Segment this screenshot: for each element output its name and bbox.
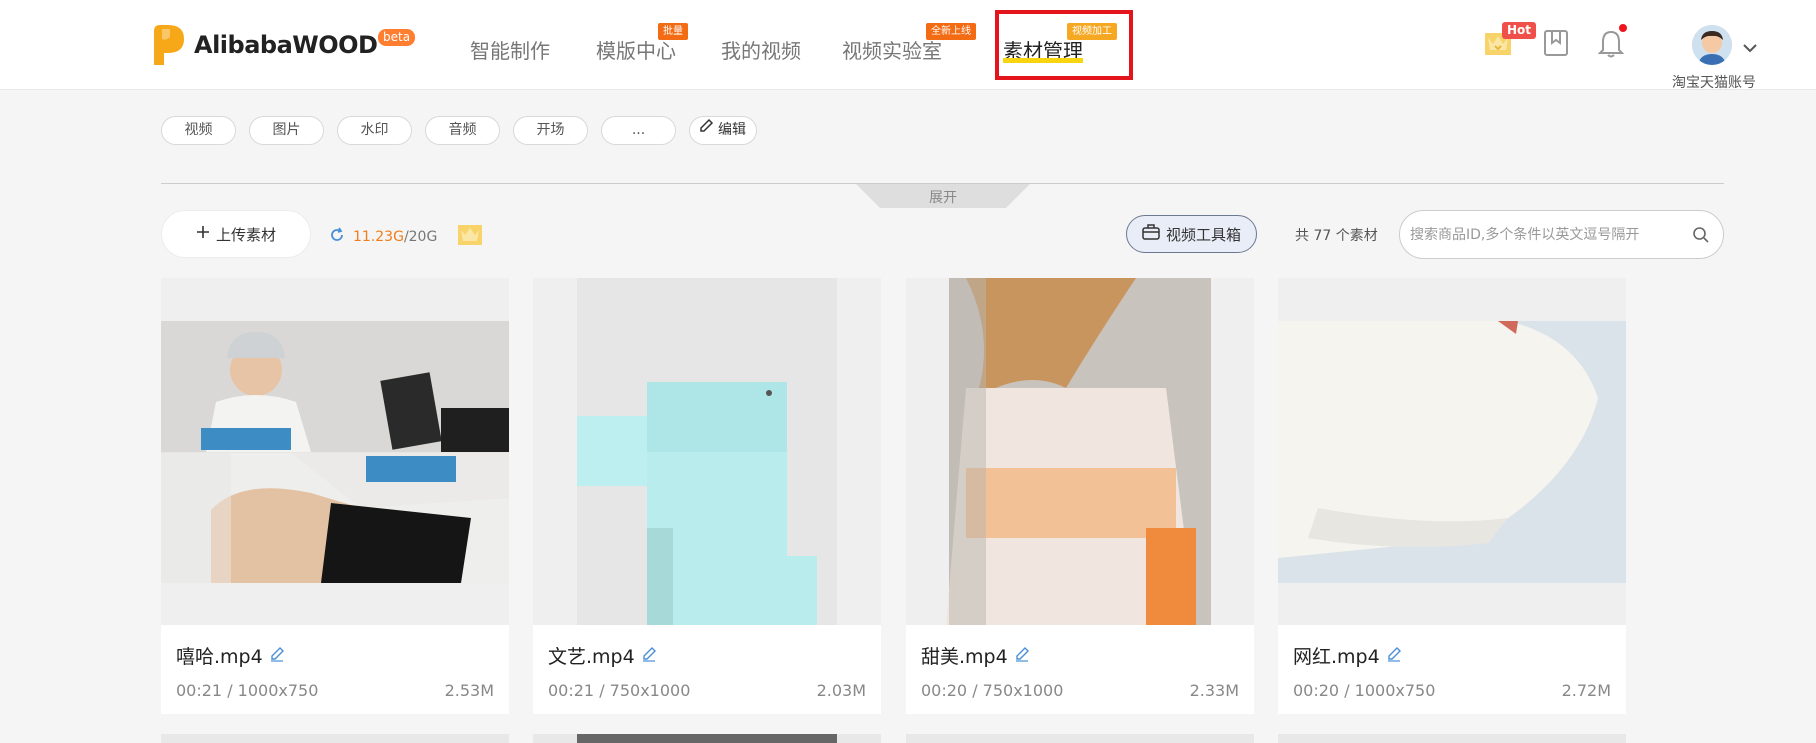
refresh-icon[interactable] <box>329 227 345 247</box>
card-title: 嘻哈.mp4 <box>176 642 285 669</box>
toolbox-icon <box>1142 224 1160 244</box>
hot-badge: Hot <box>1502 22 1537 39</box>
material-card-partial <box>906 734 1254 743</box>
upload-material-button[interactable]: 上传素材 <box>161 210 311 258</box>
nav-badge-new: 全新上线 <box>926 23 976 40</box>
tag-video[interactable]: 视频 <box>161 116 236 145</box>
tag-opening[interactable]: 开场 <box>513 116 588 145</box>
video-thumbnail[interactable] <box>906 278 1254 625</box>
plus-icon <box>196 225 210 243</box>
material-card[interactable]: 甜美.mp4 00:20 / 750x1000 2.33M <box>906 278 1254 714</box>
top-header: AlibabaWOOD beta 智能制作 模版中心 批量 我的视频 视频实验室… <box>0 0 1816 91</box>
material-card-partial <box>1278 734 1626 743</box>
edit-label: 编辑 <box>718 122 746 138</box>
logo-mark-icon <box>148 23 186 67</box>
nav-smart-create[interactable]: 智能制作 <box>470 35 550 64</box>
card-meta: 00:21 / 750x1000 <box>548 681 691 700</box>
storage-usage: 11.23G/20G <box>329 224 483 250</box>
pencil-icon <box>698 117 714 144</box>
video-thumbnail[interactable] <box>1278 278 1626 625</box>
card-meta: 00:20 / 750x1000 <box>921 681 1064 700</box>
card-title: 甜美.mp4 <box>921 642 1030 669</box>
expand-label: 展开 <box>929 190 957 206</box>
card-size: 2.72M <box>1561 681 1611 700</box>
tag-image[interactable]: 图片 <box>249 116 324 145</box>
nav-badge-batch: 批量 <box>658 23 688 40</box>
video-thumbnail[interactable] <box>161 278 509 625</box>
card-size: 2.03M <box>816 681 866 700</box>
bookmark-icon[interactable] <box>1543 29 1569 61</box>
tag-more[interactable]: ... <box>601 116 676 145</box>
search-input[interactable] <box>1410 211 1680 258</box>
video-toolbox-button[interactable]: 视频工具箱 <box>1126 215 1257 253</box>
card-meta: 00:21 / 1000x750 <box>176 681 319 700</box>
edit-name-icon[interactable] <box>641 645 657 667</box>
expand-toggle[interactable]: 展开 <box>856 184 1030 208</box>
edit-name-icon[interactable] <box>269 645 285 667</box>
material-card-partial <box>533 734 881 743</box>
card-title-text: 网红.mp4 <box>1293 646 1380 668</box>
storage-used: 11.23G <box>353 229 404 245</box>
edit-name-icon[interactable] <box>1014 645 1030 667</box>
card-title: 网红.mp4 <box>1293 642 1402 669</box>
card-title-text: 文艺.mp4 <box>548 646 635 668</box>
logo[interactable]: AlibabaWOOD <box>148 22 378 68</box>
account-name: 淘宝天猫账号 <box>1672 75 1756 91</box>
notification-bell-icon[interactable] <box>1597 29 1625 63</box>
tag-watermark[interactable]: 水印 <box>337 116 412 145</box>
highlight-box <box>995 10 1133 80</box>
card-meta: 00:20 / 1000x750 <box>1293 681 1436 700</box>
filter-tags: 视频 图片 水印 音频 开场 ... 编辑 <box>161 116 757 145</box>
chevron-down-icon[interactable] <box>1742 38 1758 57</box>
notification-dot <box>1619 24 1627 32</box>
material-card[interactable]: 网红.mp4 00:20 / 1000x750 2.72M <box>1278 278 1626 714</box>
logo-text: AlibabaWOOD <box>194 31 378 59</box>
storage-total: /20G <box>403 229 438 245</box>
card-title-text: 甜美.mp4 <box>921 646 1008 668</box>
search-box <box>1399 210 1724 259</box>
search-icon[interactable] <box>1692 226 1710 248</box>
card-size: 2.53M <box>444 681 494 700</box>
card-size: 2.33M <box>1189 681 1239 700</box>
card-title: 文艺.mp4 <box>548 642 657 669</box>
material-card[interactable]: 嘻哈.mp4 00:21 / 1000x750 2.53M <box>161 278 509 714</box>
material-count: 共 77 个素材 <box>1295 228 1378 244</box>
tag-audio[interactable]: 音频 <box>425 116 500 145</box>
nav-my-videos[interactable]: 我的视频 <box>721 35 801 64</box>
material-card[interactable]: 文艺.mp4 00:21 / 750x1000 2.03M <box>533 278 881 714</box>
video-thumbnail[interactable] <box>533 278 881 625</box>
crown-vip-icon[interactable] <box>457 224 483 250</box>
beta-badge: beta <box>378 29 416 46</box>
edit-name-icon[interactable] <box>1386 645 1402 667</box>
toolbox-label: 视频工具箱 <box>1165 225 1241 244</box>
upload-label: 上传素材 <box>215 225 276 244</box>
avatar[interactable] <box>1692 25 1732 65</box>
card-title-text: 嘻哈.mp4 <box>176 646 263 668</box>
material-card-partial <box>161 734 509 743</box>
edit-tags-button[interactable]: 编辑 <box>689 116 757 145</box>
